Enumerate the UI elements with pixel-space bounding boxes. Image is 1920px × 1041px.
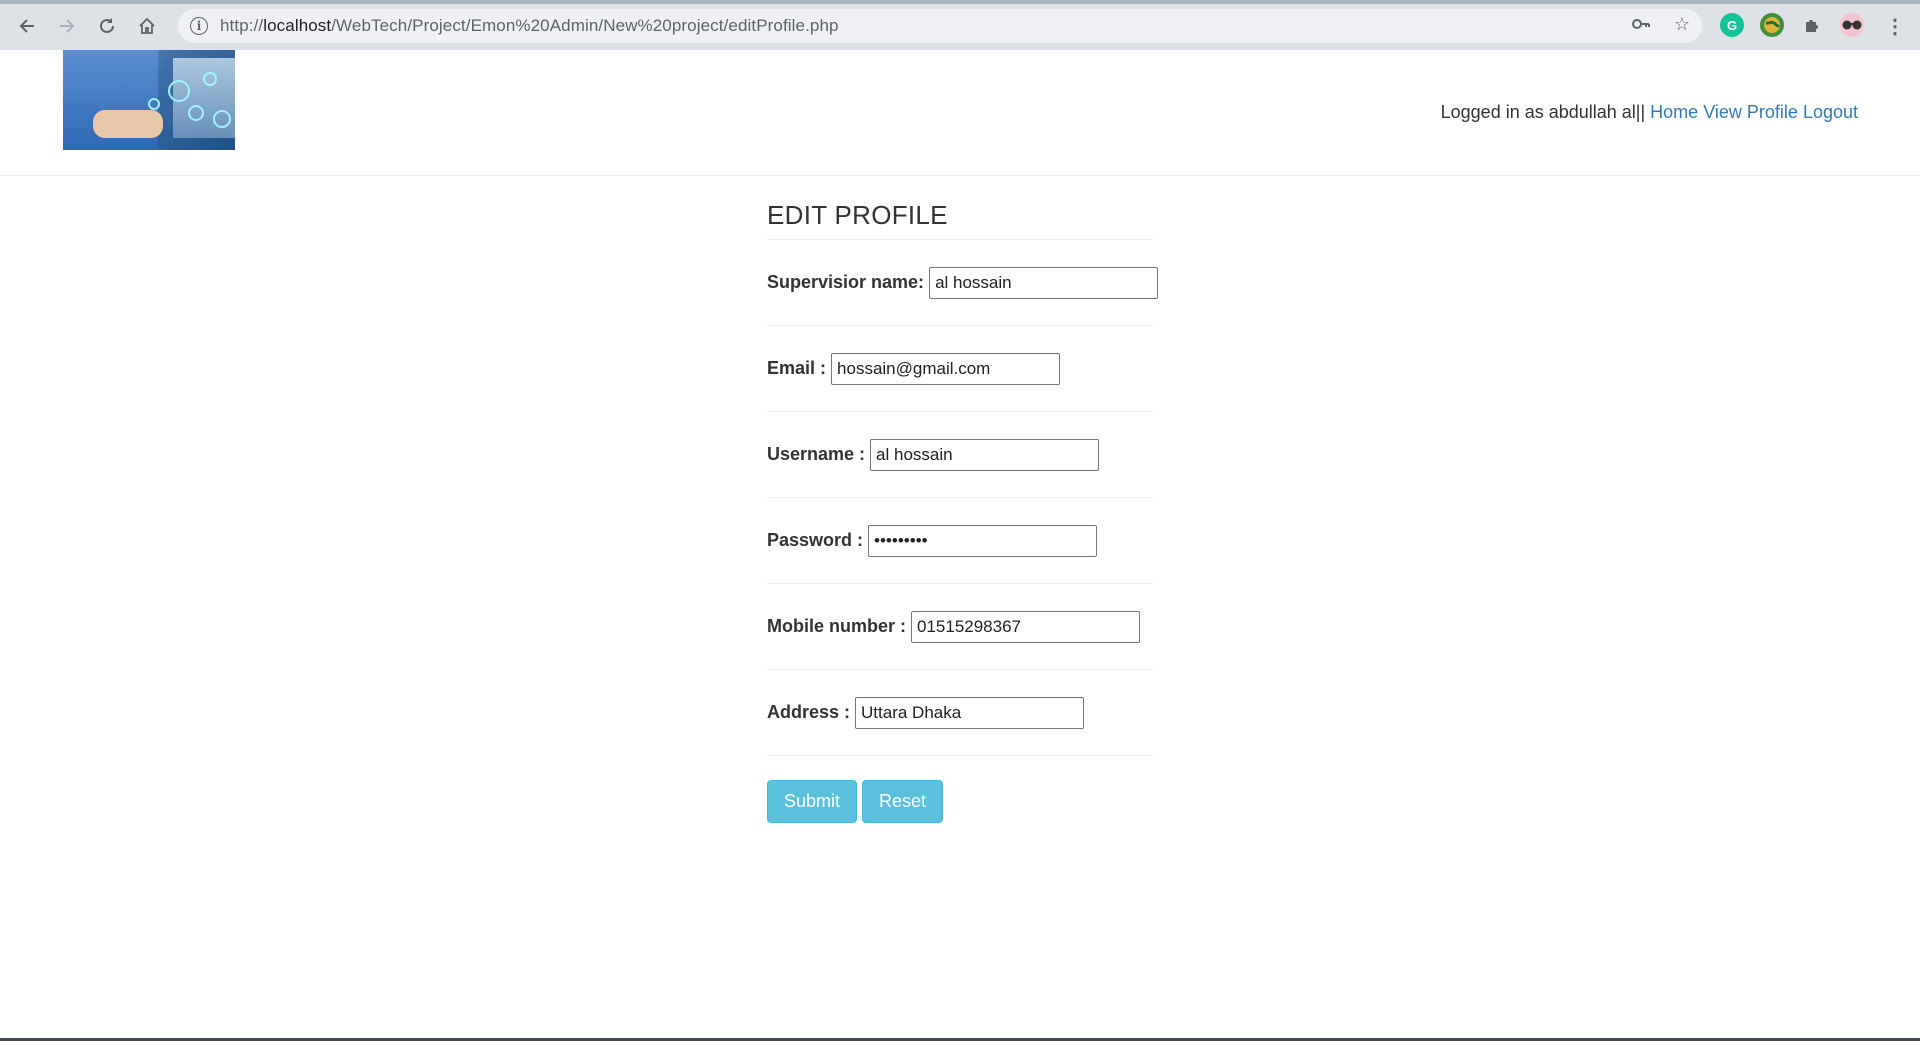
home-icon[interactable] (132, 11, 162, 41)
mobile-label: Mobile number : (767, 616, 906, 636)
site-header: Logged in as abdullah al|| Home View Pro… (0, 50, 1920, 176)
password-label: Password : (767, 530, 864, 550)
browser-toolbar: i http://localhost/WebTech/Project/Emon%… (0, 0, 1920, 50)
logged-in-text: Logged in as abdullah al|| (1440, 102, 1646, 122)
username-row: Username : (767, 412, 1153, 498)
back-icon[interactable] (12, 11, 42, 41)
site-logo (63, 50, 235, 150)
supervisor-name-label: Supervisior name: (767, 272, 925, 292)
email-field[interactable] (831, 352, 1061, 385)
view-profile-link[interactable]: View Profile (1703, 102, 1798, 122)
tab-strip (0, 0, 1920, 4)
supervisor-name-input[interactable] (929, 266, 1159, 299)
grammarly-icon[interactable]: G (1720, 13, 1744, 37)
email-label: Email : (767, 358, 827, 378)
user-nav: Logged in as abdullah al|| Home View Pro… (1441, 102, 1858, 123)
key-icon[interactable] (1629, 12, 1653, 36)
bookmark-star-icon[interactable]: ☆ (1670, 12, 1694, 36)
profile-avatar-icon[interactable] (1840, 13, 1864, 37)
mobile-input[interactable] (911, 610, 1140, 643)
extension-globe-icon[interactable] (1760, 13, 1784, 37)
menu-kebab-icon[interactable]: ⋮ (1880, 11, 1910, 41)
supervisor-name-row: Supervisior name: (767, 240, 1159, 326)
extensions-puzzle-icon[interactable] (1800, 13, 1824, 37)
username-label: Username : (767, 444, 866, 464)
url-text: http://localhost/WebTech/Project/Emon%20… (220, 16, 839, 35)
address-label: Address : (767, 702, 851, 722)
mobile-row: Mobile number : (767, 584, 1153, 670)
forward-icon[interactable] (52, 11, 82, 41)
reset-button[interactable]: Reset (862, 780, 944, 823)
password-row: Password : (767, 498, 1153, 584)
address-row: Address : (767, 670, 1153, 756)
email-row: Email : (767, 326, 1153, 412)
reload-icon[interactable] (92, 11, 122, 41)
page-title: EDIT PROFILE (767, 200, 1153, 240)
submit-button[interactable]: Submit (767, 780, 858, 823)
logout-link[interactable]: Logout (1803, 102, 1858, 122)
username-input[interactable] (870, 438, 1100, 471)
password-input[interactable] (868, 524, 1098, 557)
form-actions: Submit Reset (767, 780, 1153, 823)
address-bar[interactable]: i http://localhost/WebTech/Project/Emon%… (178, 9, 1702, 43)
site-info-icon[interactable]: i (190, 17, 208, 35)
address-input[interactable] (855, 696, 1085, 729)
home-link[interactable]: Home (1650, 102, 1698, 122)
edit-profile-form: EDIT PROFILE Supervisior name: Email : U… (767, 200, 1159, 823)
